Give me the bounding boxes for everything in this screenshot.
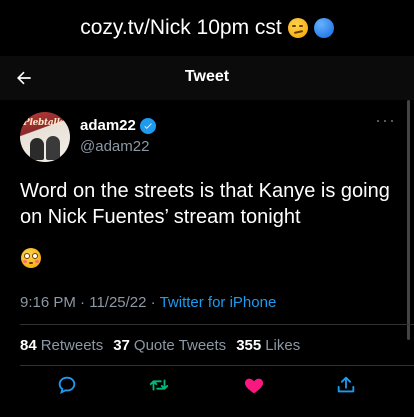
tweet-source-link[interactable]: Twitter for iPhone (160, 294, 277, 311)
tweet-text: Word on the streets is that Kanye is goi… (20, 180, 390, 228)
tweet-actions (0, 370, 414, 400)
divider (20, 324, 414, 325)
likes-stat[interactable]: 355 Likes (236, 337, 300, 354)
author-name-text: adam22 (80, 117, 136, 134)
avatar[interactable]: Plebtalk (20, 112, 70, 162)
tweet-stats: 84 Retweets 37 Quote Tweets 355 Likes (20, 337, 300, 354)
avatar-logo-text: Plebtalk (23, 118, 63, 128)
likes-count: 355 (236, 337, 262, 354)
share-icon[interactable] (335, 374, 357, 396)
tweet-header: Tweet (0, 56, 414, 100)
page-title: Tweet (184, 68, 230, 85)
caption-bar: cozy.tv/Nick 10pm cst (0, 0, 414, 56)
author-handle[interactable]: @adam22 (80, 138, 149, 155)
caption-text: cozy.tv/Nick 10pm cst (80, 16, 282, 39)
avatar-figure (46, 136, 60, 160)
author-name[interactable]: adam22 (80, 117, 156, 134)
retweets-label: Retweets (40, 337, 104, 354)
tweet-time: 9:16 PM (20, 294, 76, 311)
flushed-face-emoji-icon (21, 248, 41, 268)
likes-label: Likes (265, 337, 301, 354)
blue-circle-emoji-icon (313, 18, 334, 38)
retweet-icon[interactable] (148, 374, 170, 396)
retweets-count: 84 (20, 337, 37, 354)
quote-tweets-count: 37 (113, 337, 130, 354)
verified-badge-icon (139, 117, 156, 134)
smirk-emoji-icon (287, 18, 308, 38)
reply-icon[interactable] (56, 374, 78, 396)
tweet-metadata: 9:16 PM · 11/25/22 · Twitter for iPhone (20, 294, 276, 311)
quote-tweets-label: Quote Tweets (133, 337, 227, 354)
avatar-figure (30, 138, 44, 160)
meta-separator: · (75, 294, 90, 311)
retweets-stat[interactable]: 84 Retweets (20, 337, 103, 354)
divider (20, 365, 414, 366)
like-heart-icon[interactable] (243, 374, 265, 396)
tweet-date: 11/25/22 (89, 294, 147, 311)
meta-separator: · (146, 294, 160, 311)
quote-tweets-stat[interactable]: 37 Quote Tweets (113, 337, 226, 354)
tweet-detail: Plebtalk adam22 @adam22 Word on the stre… (0, 100, 414, 417)
more-options-icon[interactable] (377, 116, 393, 126)
